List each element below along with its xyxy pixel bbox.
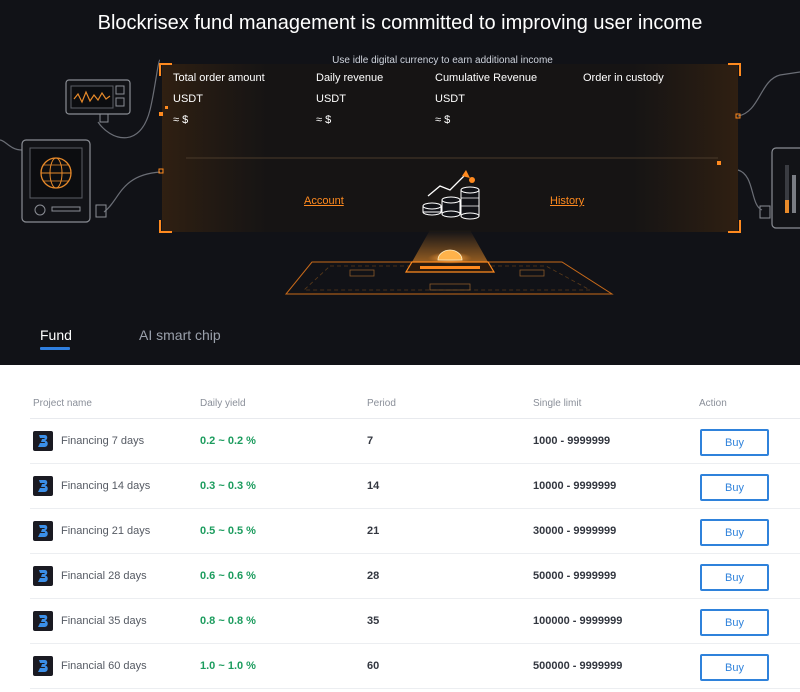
project-name: Financing 7 days [61,435,145,447]
stat-label: Total order amount [173,72,265,84]
header-period: Period [367,398,396,409]
period: 14 [367,480,380,492]
daily-yield: 0.5 ~ 0.5 % [200,525,256,537]
hero-subtitle: Use idle digital currency to earn additi… [332,55,553,66]
table-row: Financial 60 days 1.0 ~ 1.0 % 60 500000 … [30,644,800,689]
fund-logo-icon [33,476,53,496]
stat-unit: USDT [316,93,346,105]
tab-ai-smart-chip[interactable]: AI smart chip [139,327,221,343]
single-limit: 10000 - 9999999 [533,480,617,492]
fund-logo-icon [33,656,53,676]
project-name: Financial 28 days [61,570,147,582]
table-row: Financial 28 days 0.6 ~ 0.6 % 28 50000 -… [30,554,800,599]
stat-label: Daily revenue [316,72,384,84]
project-name: Financing 21 days [61,525,151,537]
stat-approx-value: ≈ $ [173,114,189,126]
daily-yield: 0.8 ~ 0.8 % [200,615,256,627]
fund-logo-icon [33,611,53,631]
platform-chip-icon [284,249,614,295]
stat-unit: USDT [173,93,203,105]
active-tab-indicator [40,347,70,350]
buy-button[interactable]: Buy [700,429,769,456]
project-name: Financing 14 days [61,480,151,492]
single-limit: 100000 - 9999999 [533,615,623,627]
stat-label: Order in custody [583,72,664,84]
header-daily-yield: Daily yield [200,398,246,409]
hero-banner: Blockrisex fund management is committed … [0,0,800,365]
header-single-limit: Single limit [533,398,582,409]
daily-yield: 0.2 ~ 0.2 % [200,435,256,447]
header-project-name: Project name [33,398,92,409]
fund-logo-icon [33,431,53,451]
header-action: Action [699,398,727,409]
single-limit: 30000 - 9999999 [533,525,617,537]
table-row: Financing 21 days 0.5 ~ 0.5 % 21 30000 -… [30,509,800,554]
period: 28 [367,570,380,582]
single-limit: 1000 - 9999999 [533,435,611,447]
period: 60 [367,660,380,672]
period: 35 [367,615,380,627]
fund-logo-icon [33,521,53,541]
single-limit: 500000 - 9999999 [533,660,623,672]
daily-yield: 0.3 ~ 0.3 % [200,480,256,492]
tab-fund[interactable]: Fund [40,327,72,343]
fund-table: Project name Daily yield Period Single l… [30,385,800,689]
period: 21 [367,525,380,537]
monitor-device-icon [65,79,131,123]
buy-button[interactable]: Buy [700,519,769,546]
buy-button[interactable]: Buy [700,609,769,636]
project-name: Financial 60 days [61,660,147,672]
stat-label: Cumulative Revenue [435,72,538,84]
hero-title: Blockrisex fund management is committed … [97,12,703,34]
buy-button[interactable]: Buy [700,474,769,501]
table-row: Financing 14 days 0.3 ~ 0.3 % 14 10000 -… [30,464,800,509]
table-row: Financial 35 days 0.8 ~ 0.8 % 35 100000 … [30,599,800,644]
product-tabs: Fund AI smart chip [0,327,800,357]
table-row: Financing 7 days 0.2 ~ 0.2 % 7 1000 - 99… [30,419,800,464]
stat-unit: USDT [435,93,465,105]
account-link[interactable]: Account [304,195,344,207]
globe-device-icon [21,139,107,223]
fund-logo-icon [33,566,53,586]
daily-yield: 0.6 ~ 0.6 % [200,570,256,582]
daily-yield: 1.0 ~ 1.0 % [200,660,256,672]
table-header: Project name Daily yield Period Single l… [30,385,800,419]
stat-approx-value: ≈ $ [316,114,332,126]
stat-approx-value: ≈ $ [435,114,451,126]
project-name: Financial 35 days [61,615,147,627]
buy-button[interactable]: Buy [700,564,769,591]
history-link[interactable]: History [550,195,584,207]
right-device-icon [737,71,800,229]
period: 7 [367,435,374,447]
single-limit: 50000 - 9999999 [533,570,617,582]
buy-button[interactable]: Buy [700,654,769,681]
